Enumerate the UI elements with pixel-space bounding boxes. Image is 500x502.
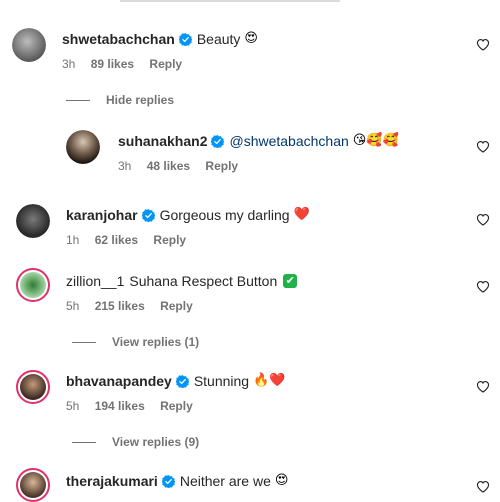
comment-text: Gorgeous my darling [159,207,290,223]
comment-username[interactable]: zillion__1 [66,272,124,290]
hide-replies-button[interactable]: Hide replies [66,93,174,107]
verified-badge-icon [176,375,189,388]
emoji: 😍 [244,31,258,46]
comment-username[interactable]: shwetabachchan [62,30,175,48]
like-heart-icon[interactable] [476,280,490,293]
mention-link[interactable]: @shwetabachchan [229,132,348,150]
like-heart-icon[interactable] [476,380,490,393]
comment-time[interactable]: 1h [66,233,79,247]
comment-time[interactable]: 3h [118,159,131,173]
check-mark-emoji: ✔ [283,274,298,288]
hide-replies-label: Hide replies [106,93,175,107]
comment-time[interactable]: 5h [66,299,79,313]
emoji: 😍 [274,473,289,488]
comment-text: Neither are we [179,473,271,489]
likes-count[interactable]: 215 likes [95,299,145,313]
verified-badge-icon [162,475,175,488]
reply-button[interactable]: Reply [160,399,193,413]
like-heart-icon[interactable] [476,140,490,153]
avatar-story-ring[interactable] [16,468,50,502]
comment-text: Beauty [196,31,241,47]
emoji: 🔥❤️ [253,373,286,388]
scroll-edge-divider [120,0,340,2]
comment-username[interactable]: karanjohar [66,206,138,224]
comment-time[interactable]: 3h [62,57,75,71]
reply-button[interactable]: Reply [153,233,186,247]
like-heart-icon[interactable] [476,480,490,493]
verified-badge-icon [211,135,224,148]
like-heart-icon[interactable] [476,213,490,226]
likes-count[interactable]: 89 likes [91,57,134,71]
reply-button[interactable]: Reply [160,299,193,313]
divider-dash [72,441,96,443]
avatar-story-ring[interactable] [16,370,50,404]
reply-button[interactable]: Reply [149,57,182,71]
avatar[interactable] [66,130,100,164]
verified-badge-icon [142,209,155,222]
avatar[interactable] [12,28,46,62]
comment-time[interactable]: 5h [66,399,79,413]
emoji: 😘🥰🥰 [352,133,399,148]
view-replies-button[interactable]: View replies (1) [72,335,199,349]
divider-dash [72,341,96,343]
comment-username[interactable]: suhanakhan2 [118,132,207,150]
comment-text: Stunning [193,373,250,389]
verified-badge-icon [179,33,192,46]
reply-button[interactable]: Reply [205,159,238,173]
comment-username[interactable]: therajakumari [66,472,158,490]
avatar[interactable] [16,204,50,238]
likes-count[interactable]: 62 likes [95,233,138,247]
comment-text: Suhana Respect Button [129,273,278,289]
view-replies-label: View replies (1) [112,335,200,349]
like-heart-icon[interactable] [476,38,490,51]
emoji: ❤️ [293,207,310,222]
likes-count[interactable]: 48 likes [147,159,190,173]
view-replies-button[interactable]: View replies (9) [72,435,199,449]
avatar-story-ring[interactable] [16,268,50,302]
comment-username[interactable]: bhavanapandey [66,372,172,390]
divider-dash [66,99,90,101]
likes-count[interactable]: 194 likes [95,399,145,413]
view-replies-label: View replies (9) [112,435,200,449]
